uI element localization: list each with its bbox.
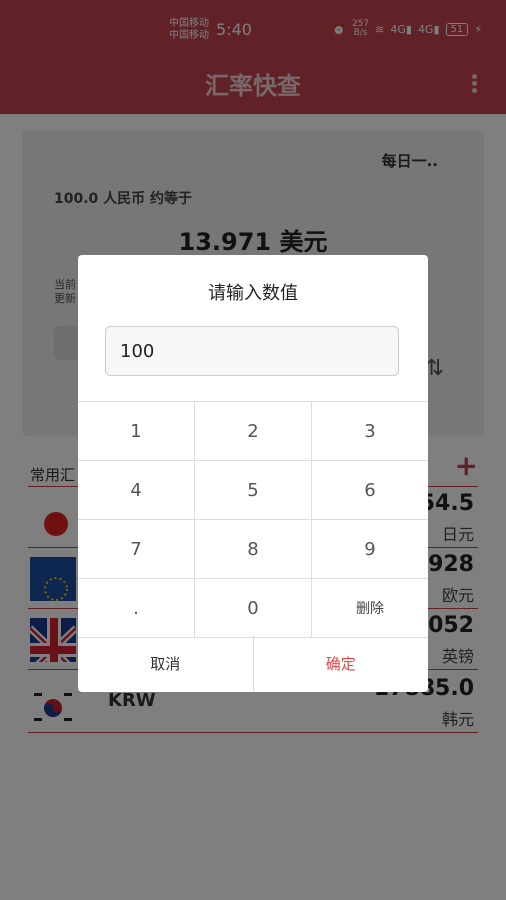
keypad-row: 7 8 9 (78, 520, 428, 579)
key-0[interactable]: 0 (195, 579, 312, 637)
number-input-dialog: 请输入数值 1 2 3 4 5 6 7 8 9 . 0 删除 取消 确定 (78, 255, 428, 692)
dialog-actions: 取消 确定 (78, 635, 428, 692)
amount-input[interactable] (105, 326, 399, 376)
keypad-row: . 0 删除 (78, 579, 428, 638)
key-2[interactable]: 2 (195, 402, 312, 460)
key-8[interactable]: 8 (195, 520, 312, 578)
key-9[interactable]: 9 (312, 520, 428, 578)
key-decimal[interactable]: . (78, 579, 195, 637)
key-4[interactable]: 4 (78, 461, 195, 519)
key-7[interactable]: 7 (78, 520, 195, 578)
number-keypad: 1 2 3 4 5 6 7 8 9 . 0 删除 (78, 401, 428, 638)
confirm-button[interactable]: 确定 (254, 635, 429, 692)
delete-button[interactable]: 删除 (312, 579, 428, 637)
keypad-row: 1 2 3 (78, 402, 428, 461)
key-6[interactable]: 6 (312, 461, 428, 519)
keypad-row: 4 5 6 (78, 461, 428, 520)
key-1[interactable]: 1 (78, 402, 195, 460)
dialog-title: 请输入数值 (208, 283, 298, 304)
cancel-button[interactable]: 取消 (78, 635, 254, 692)
key-5[interactable]: 5 (195, 461, 312, 519)
key-3[interactable]: 3 (312, 402, 428, 460)
